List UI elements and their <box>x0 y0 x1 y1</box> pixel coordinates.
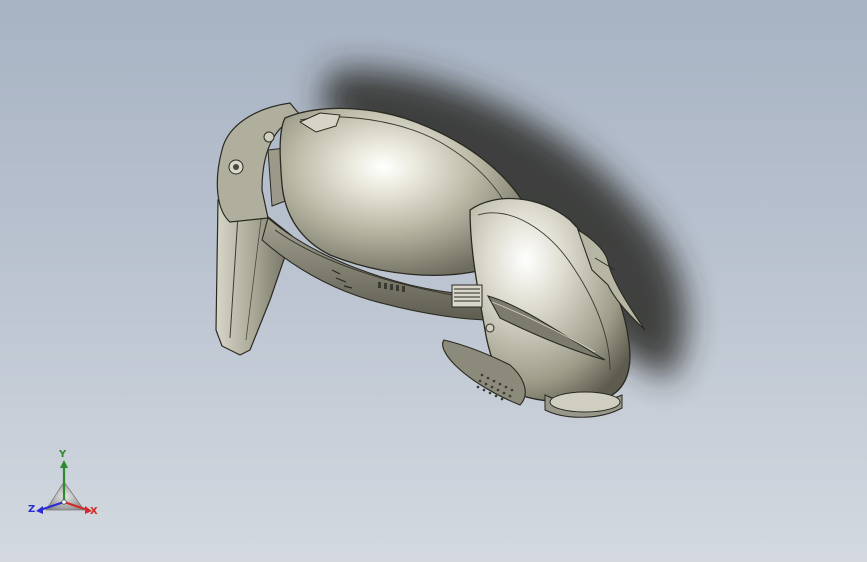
z-axis-arrow-icon <box>36 506 43 514</box>
grille-block <box>451 284 483 308</box>
top-screw <box>263 131 275 143</box>
y-axis-label: Y <box>59 449 67 460</box>
small-button[interactable] <box>485 323 495 333</box>
nozzle-opening <box>549 391 621 413</box>
rear-screw-hole <box>233 164 239 170</box>
y-axis-arrow-icon <box>60 460 68 468</box>
triad-origin <box>61 499 67 505</box>
graphics-viewport[interactable]: Y Z X <box>0 0 867 562</box>
x-axis-label: X <box>90 506 98 517</box>
cad-model-view[interactable] <box>0 0 867 562</box>
z-axis-label: Z <box>28 504 36 515</box>
reference-triad: Y Z X <box>26 448 106 528</box>
